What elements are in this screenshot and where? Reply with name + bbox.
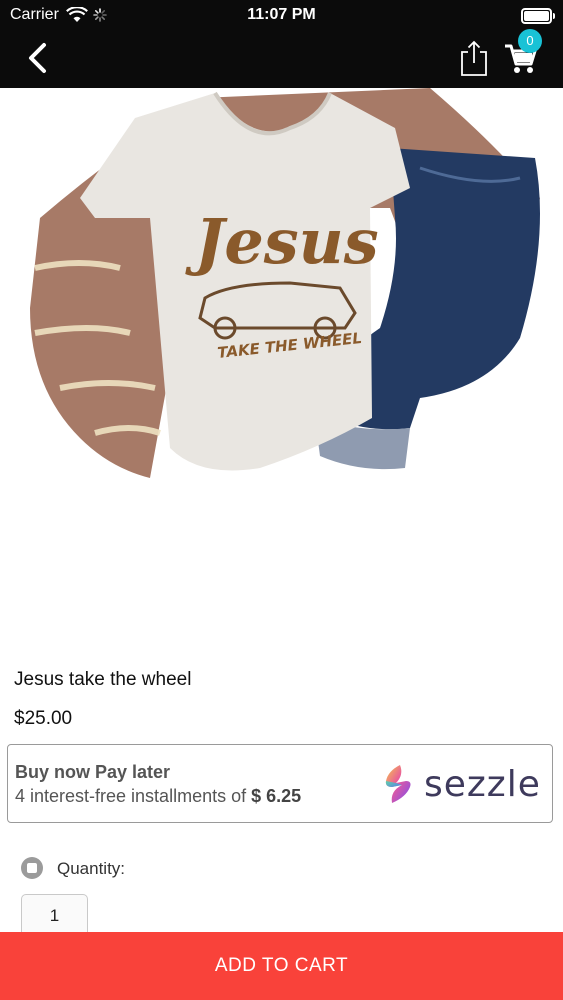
- clock: 11:07 PM: [247, 6, 316, 23]
- cart-count-badge: 0: [518, 29, 542, 53]
- sezzle-installments: 4 interest-free installments of $ 6.25: [15, 786, 301, 807]
- shirt-graphic-title: Jesus: [185, 205, 379, 278]
- quantity-radio-button[interactable]: [20, 856, 44, 880]
- product-image[interactable]: Jesus TAKE THE WHEEL: [0, 88, 563, 648]
- back-button[interactable]: [22, 40, 56, 76]
- quantity-label: Quantity:: [57, 859, 126, 878]
- sezzle-installment-amount: $ 6.25: [251, 786, 302, 806]
- add-to-cart-button[interactable]: ADD TO CART: [0, 932, 563, 1000]
- sezzle-banner[interactable]: Buy now Pay later 4 interest-free instal…: [7, 744, 553, 823]
- sezzle-mark-icon: [385, 765, 411, 803]
- sezzle-installments-prefix: 4 interest-free installments of: [15, 786, 247, 806]
- battery-icon: [521, 8, 555, 24]
- product-title: Jesus take the wheel: [14, 669, 192, 690]
- sezzle-headline: Buy now Pay later: [15, 762, 171, 782]
- product-price: $25.00: [14, 708, 73, 729]
- sezzle-logo: sezzle: [380, 763, 548, 807]
- status-bar: Carrier 11:07 PM: [0, 0, 563, 30]
- share-button[interactable]: [459, 38, 489, 78]
- sezzle-wordmark: sezzle: [424, 764, 541, 805]
- top-bar: Carrier 11:07 PM 0: [0, 0, 563, 88]
